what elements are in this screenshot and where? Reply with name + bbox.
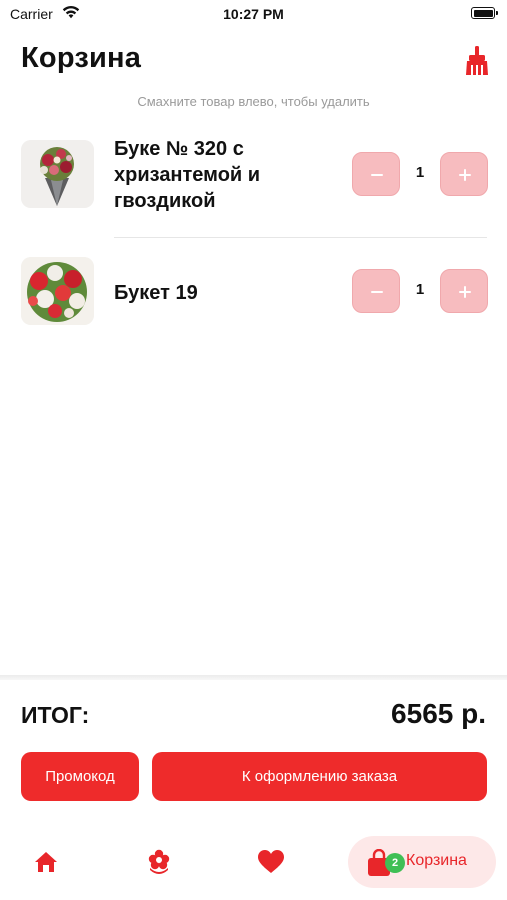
quantity-value: 1 [415,164,425,181]
promo-code-button[interactable]: Промокод [21,752,139,801]
cart-count-badge: 2 [385,853,405,873]
swipe-hint: Смахните товар влево, чтобы удалить [137,94,370,109]
checkout-button[interactable]: К оформлению заказа [152,752,487,801]
status-time: 10:27 PM [223,6,284,22]
status-bar: Carrier 10:27 PM [0,0,507,30]
cart-item[interactable]: Буке № 320 с хризантемой и гвоздикой 1 [0,136,507,216]
page-title: Корзина [21,42,142,74]
quantity-stepper: 1 [352,269,488,313]
heart-icon[interactable] [257,848,285,876]
battery-icon [471,7,498,19]
plus-icon [459,169,471,181]
product-image [21,257,94,325]
tab-bar: 2 Корзина [0,830,507,894]
product-name: Буке № 320 с хризантемой и гвоздикой [114,138,261,212]
home-icon[interactable] [32,848,60,876]
increase-button[interactable] [440,152,488,196]
minus-icon [371,291,383,293]
decrease-button[interactable] [352,152,400,196]
quantity-stepper: 1 [352,152,488,196]
total-label: ИТОГ: [21,702,90,728]
broom-icon[interactable] [464,46,490,76]
cart-item[interactable]: Букет 19 1 [0,253,507,333]
tab-cart[interactable]: 2 Корзина [348,836,496,888]
increase-button[interactable] [440,269,488,313]
minus-icon [371,174,383,176]
plus-icon [459,286,471,298]
decrease-button[interactable] [352,269,400,313]
footer-separator [0,675,507,680]
product-image [21,140,94,208]
quantity-value: 1 [415,281,425,298]
tab-cart-label: Корзина [406,852,467,869]
item-divider [114,237,487,238]
total-value: 6565 р. [391,698,486,729]
product-name: Букет 19 [114,282,198,304]
flower-icon[interactable] [145,848,173,876]
